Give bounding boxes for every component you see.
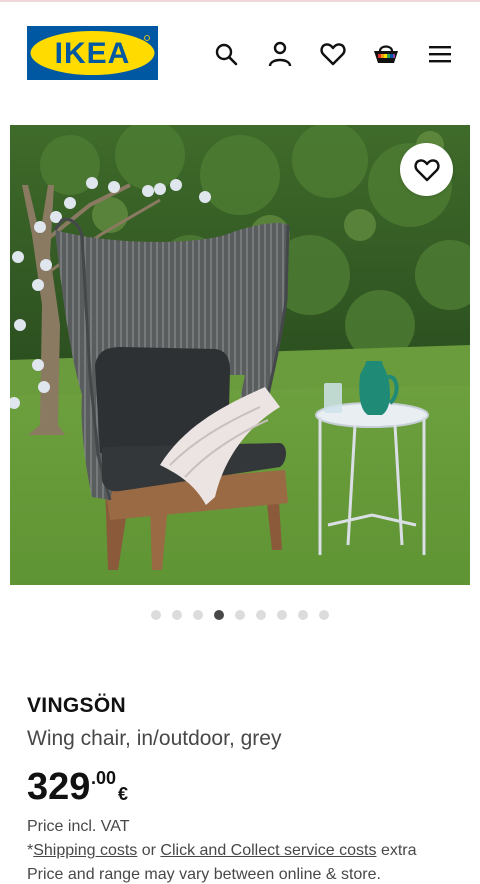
add-to-favourites-button[interactable] (400, 143, 453, 196)
click-and-collect-link[interactable]: Click and Collect service costs (160, 842, 376, 859)
gallery-dot[interactable] (172, 610, 182, 620)
gallery-dot[interactable] (256, 610, 266, 620)
shipping-suffix: extra (376, 842, 417, 859)
heart-outline-icon (413, 158, 440, 181)
gallery-dot[interactable] (214, 610, 224, 620)
gallery-dot[interactable] (277, 610, 287, 620)
shipping-costs-link[interactable]: Shipping costs (33, 842, 137, 859)
product-photo (10, 125, 470, 585)
menu-icon[interactable] (426, 40, 454, 68)
price-decimal: .00 (91, 768, 117, 788)
range-note: Price and range may vary between online … (27, 866, 381, 883)
shopping-basket-icon[interactable] (372, 40, 400, 68)
shipping-note: *Shipping costs or Click and Collect ser… (27, 842, 417, 860)
gallery-dot[interactable] (151, 610, 161, 620)
product-image-gallery[interactable] (10, 125, 470, 585)
gallery-pagination (0, 610, 480, 624)
vat-note: Price incl. VAT (27, 818, 130, 835)
product-name[interactable]: VINGSÖN (27, 694, 126, 718)
price-integer: 329 (27, 766, 91, 808)
gallery-dot[interactable] (319, 610, 329, 620)
profile-icon[interactable] (266, 40, 294, 68)
favourites-icon[interactable] (319, 40, 347, 68)
gallery-dot[interactable] (193, 610, 203, 620)
product-price: 329 .00 € (27, 764, 128, 810)
site-header: IKEA (0, 2, 480, 102)
product-description: Wing chair, in/outdoor, grey (27, 727, 282, 750)
price-currency: € (118, 784, 129, 804)
gallery-dot[interactable] (298, 610, 308, 620)
logo-text: IKEA (55, 37, 131, 70)
ikea-logo[interactable]: IKEA (27, 26, 158, 80)
gallery-dot[interactable] (235, 610, 245, 620)
shipping-or: or (137, 842, 161, 859)
search-icon[interactable] (212, 40, 240, 68)
